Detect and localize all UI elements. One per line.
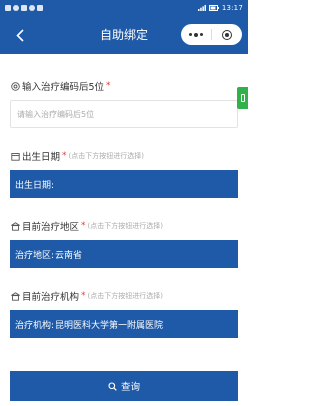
region-prefix: 治疗地区: bbox=[15, 250, 55, 261]
region-value: 云南省 bbox=[55, 250, 83, 261]
required-star: * bbox=[106, 81, 111, 91]
birth-field-label: 出生日期 * (点击下方按钮进行选择) bbox=[10, 150, 144, 163]
status-bar: 13:17 bbox=[0, 0, 248, 16]
feedback-icon bbox=[240, 94, 245, 102]
target-icon bbox=[222, 29, 232, 40]
required-star: * bbox=[81, 221, 86, 231]
more-dots-icon bbox=[200, 33, 203, 36]
side-float-tab[interactable] bbox=[237, 87, 248, 109]
birth-hint: (点击下方按钮进行选择) bbox=[68, 152, 144, 160]
region-field-label: 目前治疗地区 * (点击下方按钮进行选择) bbox=[10, 220, 163, 233]
institution-hint: (点击下方按钮进行选择) bbox=[87, 292, 163, 300]
status-notification-icons bbox=[5, 5, 43, 11]
calendar-icon bbox=[10, 151, 20, 161]
code-label-text: 输入治疗编码后5位 bbox=[22, 82, 105, 93]
required-star: * bbox=[62, 151, 67, 161]
notification-icon bbox=[29, 5, 35, 11]
query-button[interactable]: 查询 bbox=[10, 371, 238, 401]
birth-date-picker[interactable]: 出生日期: bbox=[10, 170, 238, 198]
region-label-text: 目前治疗地区 bbox=[22, 222, 80, 233]
more-dots-icon bbox=[189, 33, 192, 36]
notification-icon bbox=[21, 5, 27, 11]
circle-at-icon bbox=[10, 81, 20, 91]
more-button[interactable] bbox=[181, 24, 211, 45]
query-label: 查询 bbox=[120, 382, 140, 393]
notification-icon bbox=[5, 5, 11, 11]
treatment-code-input[interactable] bbox=[10, 100, 238, 128]
notification-icon bbox=[37, 5, 43, 11]
region-picker[interactable]: 治疗地区: 云南省 bbox=[10, 240, 238, 268]
institution-value: 昆明医科大学第一附属医院 bbox=[55, 320, 164, 331]
battery-icon bbox=[208, 5, 219, 11]
search-icon bbox=[108, 381, 117, 391]
institution-label-text: 目前治疗机构 bbox=[22, 292, 80, 303]
region-hint: (点击下方按钮进行选择) bbox=[87, 222, 163, 230]
more-dots-icon bbox=[194, 32, 198, 37]
status-system-icons: 13:17 bbox=[197, 4, 243, 12]
signal-icon bbox=[197, 5, 206, 11]
building-icon bbox=[10, 291, 20, 301]
building-icon bbox=[10, 221, 20, 231]
status-time: 13:17 bbox=[221, 4, 243, 12]
institution-picker[interactable]: 治疗机构: 昆明医科大学第一附属医院 bbox=[10, 310, 238, 338]
required-star: * bbox=[81, 291, 86, 301]
close-program-button[interactable] bbox=[212, 24, 242, 45]
nav-bar: 自助绑定 bbox=[0, 16, 248, 54]
birth-label-text: 出生日期 bbox=[22, 152, 61, 163]
mini-program-capsule bbox=[181, 24, 242, 45]
notification-icon bbox=[13, 5, 19, 11]
institution-field-label: 目前治疗机构 * (点击下方按钮进行选择) bbox=[10, 290, 163, 303]
institution-prefix: 治疗机构: bbox=[15, 320, 55, 331]
code-field-label: 输入治疗编码后5位 * bbox=[10, 80, 111, 93]
birth-prefix: 出生日期: bbox=[15, 180, 55, 191]
